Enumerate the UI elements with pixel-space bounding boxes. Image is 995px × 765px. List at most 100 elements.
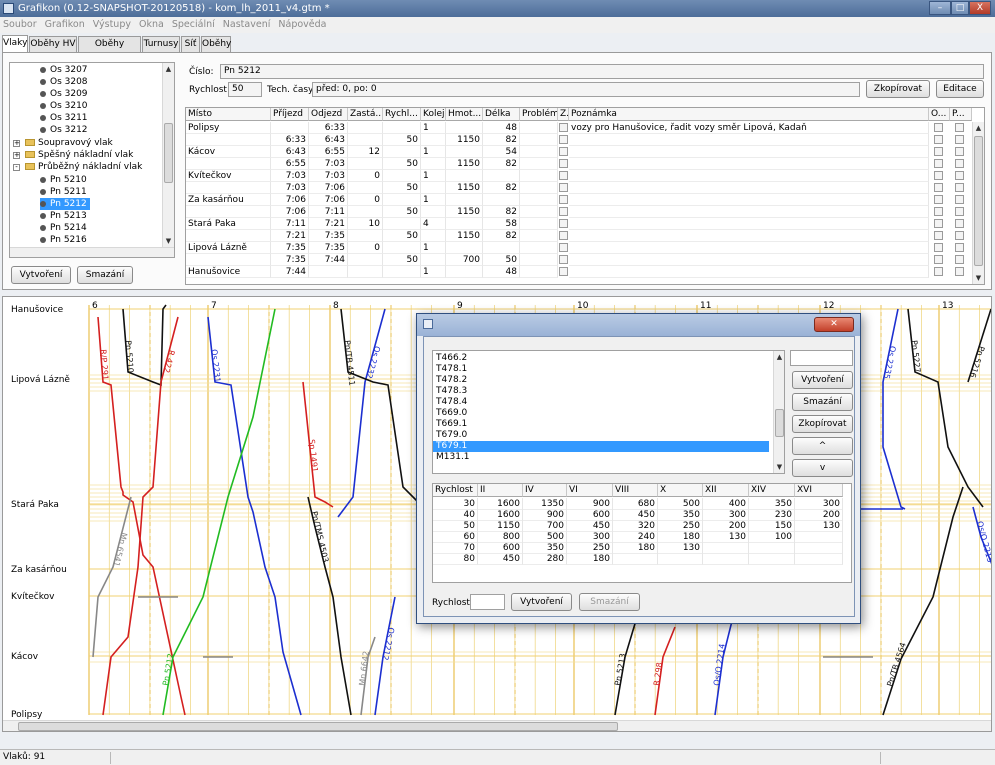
checkbox[interactable] — [955, 267, 964, 276]
checkbox[interactable] — [955, 195, 964, 204]
table-cell[interactable]: 7:06 — [271, 206, 309, 218]
copy-class-button[interactable]: Zkopírovat — [792, 415, 853, 433]
table-cell[interactable] — [483, 242, 520, 254]
checkbox[interactable] — [934, 171, 943, 180]
table-cell[interactable]: Lipová Lázně — [186, 242, 271, 254]
table-cell[interactable]: 7:21 — [271, 230, 309, 242]
tree-item[interactable]: Os 3207 — [40, 64, 88, 76]
checkbox[interactable] — [934, 207, 943, 216]
menu-nastaveni[interactable]: Nastavení — [223, 19, 271, 30]
table-cell[interactable]: 50 — [383, 182, 421, 194]
table-cell[interactable]: 50 — [383, 230, 421, 242]
table-cell[interactable] — [421, 254, 446, 266]
list-item[interactable]: T669.1 — [433, 419, 769, 430]
table-cell[interactable]: 1 — [421, 146, 446, 158]
create-speed-button[interactable]: Vytvoření — [511, 593, 572, 611]
column-header[interactable]: Rychl... — [383, 108, 421, 121]
table-cell[interactable]: 82 — [483, 158, 520, 170]
table-cell[interactable]: 6:43 — [271, 146, 309, 158]
table-cell[interactable]: 7:03 — [309, 170, 348, 182]
table-cell[interactable] — [383, 242, 421, 254]
table-cell[interactable] — [520, 158, 558, 170]
table-cell[interactable]: 0 — [348, 242, 383, 254]
checkbox[interactable] — [559, 171, 568, 180]
table-cell[interactable]: 50 — [383, 254, 421, 266]
checkbox[interactable] — [955, 123, 964, 132]
table-cell[interactable] — [520, 182, 558, 194]
tree-item[interactable]: Os 3212 — [40, 124, 88, 136]
table-cell[interactable] — [348, 122, 383, 134]
column-header[interactable]: Rychlost — [433, 484, 478, 497]
table-cell[interactable]: 7:03 — [271, 182, 309, 194]
tree-item[interactable]: Os 3208 — [40, 76, 88, 88]
table-cell[interactable]: 6:55 — [271, 158, 309, 170]
table-cell[interactable] — [421, 182, 446, 194]
checkbox[interactable] — [934, 135, 943, 144]
table-cell[interactable] — [186, 230, 271, 242]
table-cell[interactable] — [658, 553, 703, 565]
table-cell[interactable]: 450 — [478, 553, 523, 565]
table-cell[interactable]: 7:06 — [309, 194, 348, 206]
delete-train-button[interactable]: Smazání — [77, 266, 133, 284]
table-cell[interactable]: 50 — [483, 254, 520, 266]
checkbox[interactable] — [934, 243, 943, 252]
train-speed-field[interactable]: 50 — [228, 82, 262, 97]
table-cell[interactable]: 12 — [348, 146, 383, 158]
table-cell[interactable]: 1150 — [446, 230, 483, 242]
table-cell[interactable]: 180 — [567, 553, 613, 565]
graph-horizontal-scrollbar[interactable] — [3, 720, 991, 731]
table-cell[interactable]: 1150 — [446, 134, 483, 146]
delete-class-button[interactable]: Smazání — [792, 393, 853, 411]
table-cell[interactable]: Stará Paka — [186, 218, 271, 230]
checkbox[interactable] — [955, 183, 964, 192]
column-header[interactable]: O... — [929, 108, 950, 121]
checkbox[interactable] — [934, 183, 943, 192]
table-cell[interactable]: 7:03 — [271, 170, 309, 182]
expand-toggle[interactable]: + — [13, 152, 20, 159]
tree-item[interactable]: Os 3211 — [40, 112, 88, 124]
table-cell[interactable] — [520, 170, 558, 182]
engine-class-list[interactable]: ▲ ▼ T466.2 T478.1 T478.2 T478.3 T478.4 T669.0… — [432, 350, 785, 474]
table-cell[interactable]: 7:35 — [271, 254, 309, 266]
table-cell[interactable] — [520, 254, 558, 266]
table-cell[interactable] — [703, 553, 749, 565]
table-cell[interactable]: 82 — [483, 206, 520, 218]
table-cell[interactable] — [271, 122, 309, 134]
table-cell[interactable] — [520, 194, 558, 206]
column-header[interactable]: Kolej — [421, 108, 446, 121]
scroll-down-icon[interactable]: ▼ — [163, 235, 174, 247]
tree-item[interactable]: Pn 5213 — [40, 210, 87, 222]
scroll-up-icon[interactable]: ▲ — [973, 122, 984, 134]
checkbox[interactable] — [559, 207, 568, 216]
checkbox[interactable] — [559, 135, 568, 144]
checkbox[interactable] — [955, 243, 964, 252]
table-cell[interactable] — [520, 206, 558, 218]
note-cell[interactable] — [569, 254, 929, 266]
edit-train-button[interactable]: Editace — [936, 80, 984, 98]
list-item[interactable]: T679.0 — [433, 430, 769, 441]
checkbox[interactable] — [559, 123, 568, 132]
scroll-thumb[interactable] — [775, 409, 784, 437]
table-cell[interactable]: 6:33 — [309, 122, 348, 134]
table-cell[interactable] — [383, 146, 421, 158]
table-cell[interactable]: 6:43 — [309, 134, 348, 146]
table-cell[interactable] — [446, 218, 483, 230]
table-cell[interactable]: 700 — [446, 254, 483, 266]
table-cell[interactable] — [348, 158, 383, 170]
column-header[interactable]: X — [658, 484, 703, 497]
scroll-thumb[interactable] — [164, 123, 173, 183]
copy-train-button[interactable]: Zkopírovat — [866, 80, 930, 98]
list-item[interactable]: T478.2 — [433, 375, 769, 386]
table-cell[interactable]: 7:44 — [271, 266, 309, 278]
table-cell[interactable] — [613, 553, 658, 565]
table-cell[interactable]: 48 — [483, 266, 520, 278]
column-header[interactable]: VIII — [613, 484, 658, 497]
table-cell[interactable] — [520, 230, 558, 242]
column-header[interactable]: P... — [950, 108, 972, 121]
table-cell[interactable] — [520, 134, 558, 146]
column-header[interactable]: XII — [703, 484, 749, 497]
table-cell[interactable]: 6:33 — [271, 134, 309, 146]
checkbox[interactable] — [934, 147, 943, 156]
scroll-thumb[interactable] — [18, 722, 618, 731]
list-item[interactable]: T466.2 — [433, 353, 769, 364]
